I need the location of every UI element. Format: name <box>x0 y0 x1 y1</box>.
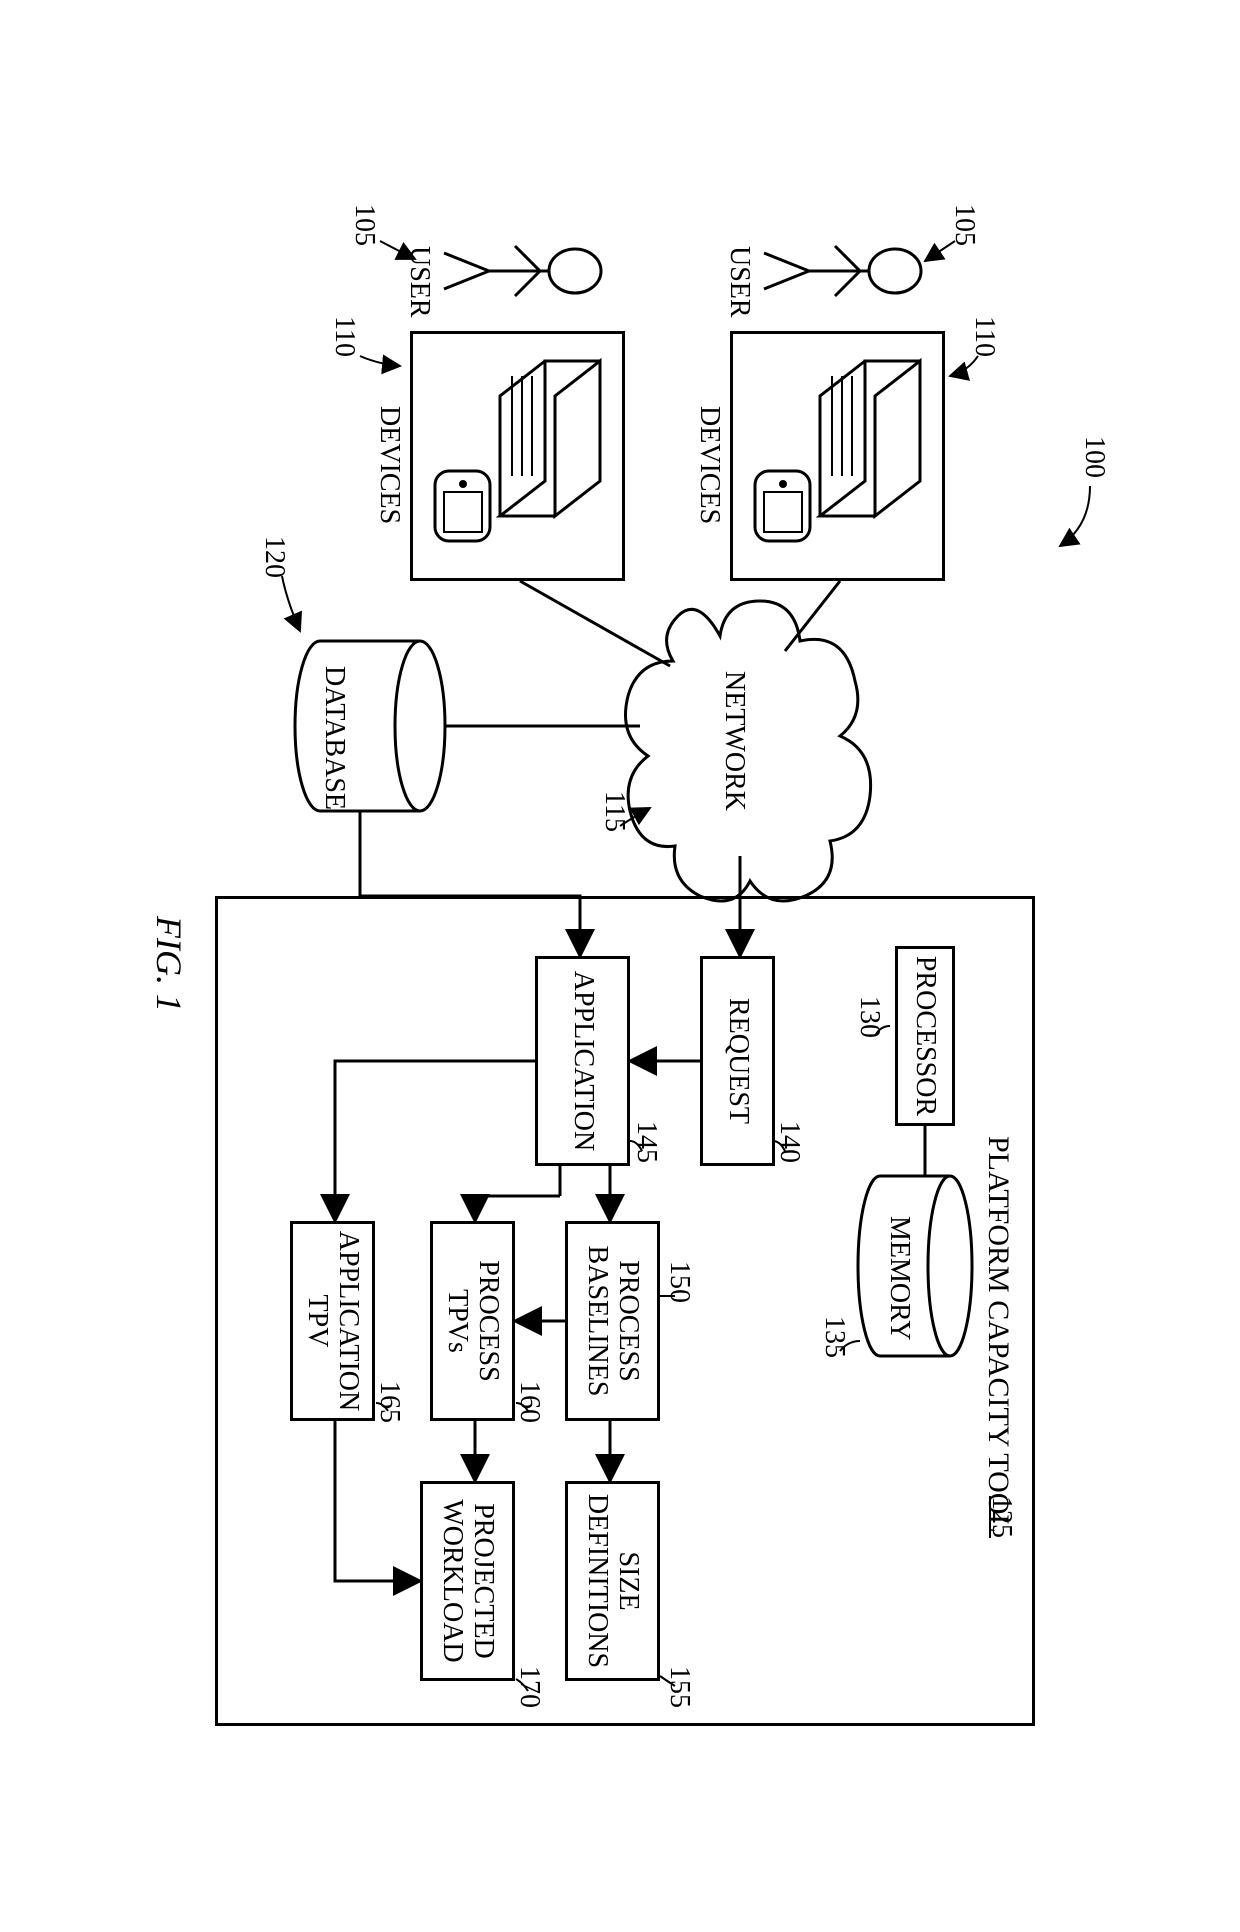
system-diagram: 100 USER 105 <box>120 166 1120 1766</box>
figure-label: FIG. 1 <box>148 916 190 1012</box>
